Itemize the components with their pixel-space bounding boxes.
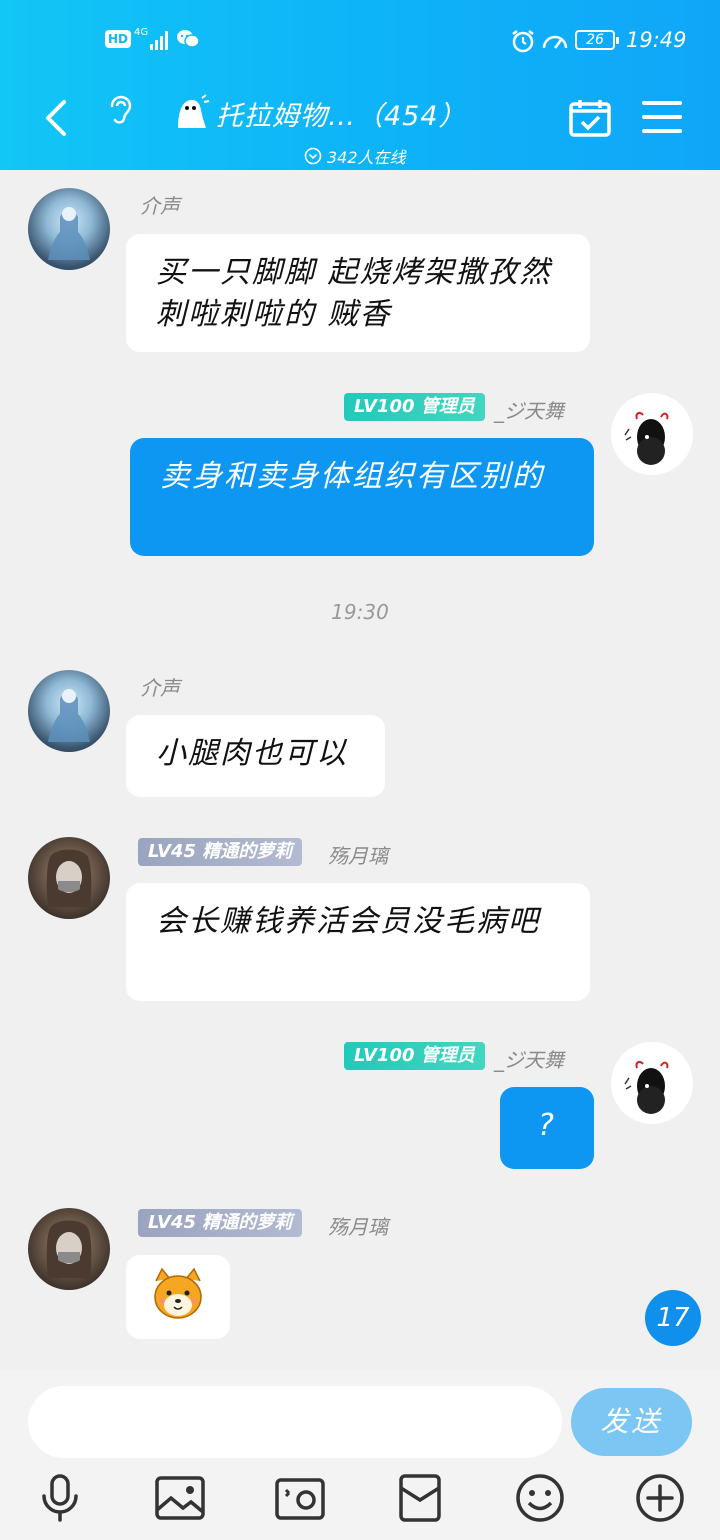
sticker-message[interactable] xyxy=(126,1255,230,1339)
message-bubble[interactable]: 卖身和卖身体组织有区别的 xyxy=(130,438,594,556)
level-badge: LV45 精通的萝莉 xyxy=(138,838,303,866)
level-badge: LV45 精通的萝莉 xyxy=(138,1209,303,1237)
signal-icon xyxy=(150,30,172,50)
microphone-icon[interactable] xyxy=(32,1470,88,1526)
speed-icon xyxy=(541,28,569,59)
message-bubble[interactable]: 小腿肉也可以 xyxy=(126,715,385,797)
level-badge: LV100 管理员 xyxy=(344,393,485,421)
status-bar: HD 4G 26 19:49 xyxy=(0,28,720,58)
sender-name: 介声 xyxy=(140,194,180,218)
hd-indicator: HD xyxy=(105,30,132,48)
menu-icon[interactable] xyxy=(642,101,682,133)
red-packet-icon[interactable] xyxy=(392,1470,448,1526)
chevron-down-icon xyxy=(304,147,322,165)
sender-name: _ジ天舞 xyxy=(494,399,564,423)
shiba-dog-sticker xyxy=(154,1267,202,1319)
alarm-icon xyxy=(510,28,536,59)
message-bubble[interactable]: ? xyxy=(500,1087,594,1169)
camera-icon[interactable] xyxy=(272,1470,328,1526)
avatar[interactable] xyxy=(611,393,693,475)
back-icon[interactable] xyxy=(38,98,78,138)
timestamp: 19:30 xyxy=(331,600,389,624)
avatar[interactable] xyxy=(28,837,110,919)
avatar[interactable] xyxy=(611,1042,693,1124)
online-count[interactable]: 342人在线 xyxy=(304,144,406,168)
avatar[interactable] xyxy=(28,670,110,752)
wechat-icon xyxy=(176,28,200,55)
ear-icon[interactable] xyxy=(106,92,136,132)
sender-name: 介声 xyxy=(140,676,180,700)
avatar[interactable] xyxy=(28,1208,110,1290)
calendar-check-icon[interactable] xyxy=(568,98,612,142)
chat-title[interactable]: 托拉姆物…（454） xyxy=(216,94,467,133)
emoji-icon[interactable] xyxy=(512,1470,568,1526)
plus-icon[interactable] xyxy=(632,1470,688,1526)
level-badge: LV100 管理员 xyxy=(344,1042,485,1070)
sender-name: _ジ天舞 xyxy=(494,1048,564,1072)
group-avatar-icon xyxy=(172,92,212,136)
network-label: 4G xyxy=(134,27,149,38)
sender-name: 殇月璃 xyxy=(328,1215,388,1239)
message-input[interactable] xyxy=(28,1386,562,1458)
battery-indicator: 26 xyxy=(575,30,619,50)
input-bar: 发送 xyxy=(0,1370,720,1540)
status-time: 19:49 xyxy=(626,28,687,52)
online-count-label: 342人在线 xyxy=(327,148,406,167)
message-bubble[interactable]: 会长赚钱养活会员没毛病吧 xyxy=(126,883,590,1001)
avatar[interactable] xyxy=(28,188,110,270)
message-bubble[interactable]: 买一只脚脚 起烧烤架撒孜然 刺啦刺啦的 贼香 xyxy=(126,234,590,352)
sender-name: 殇月璃 xyxy=(328,844,388,868)
unread-count-badge[interactable]: 17 xyxy=(645,1290,701,1346)
chat-header: HD 4G 26 19:49 托拉姆物…（454） 342人在线 xyxy=(0,0,720,170)
image-icon[interactable] xyxy=(152,1470,208,1526)
send-button[interactable]: 发送 xyxy=(571,1388,692,1456)
